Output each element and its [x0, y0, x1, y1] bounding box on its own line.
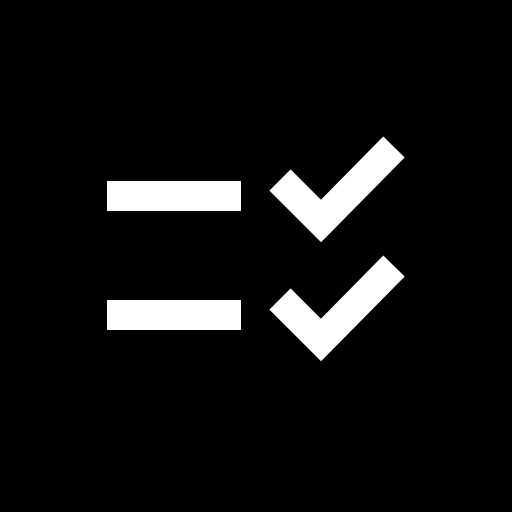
icon-background — [0, 0, 512, 512]
list-line — [107, 181, 241, 211]
checklist-icon — [0, 0, 512, 512]
list-line — [107, 300, 241, 330]
checklist-icon-graphic — [0, 0, 512, 512]
